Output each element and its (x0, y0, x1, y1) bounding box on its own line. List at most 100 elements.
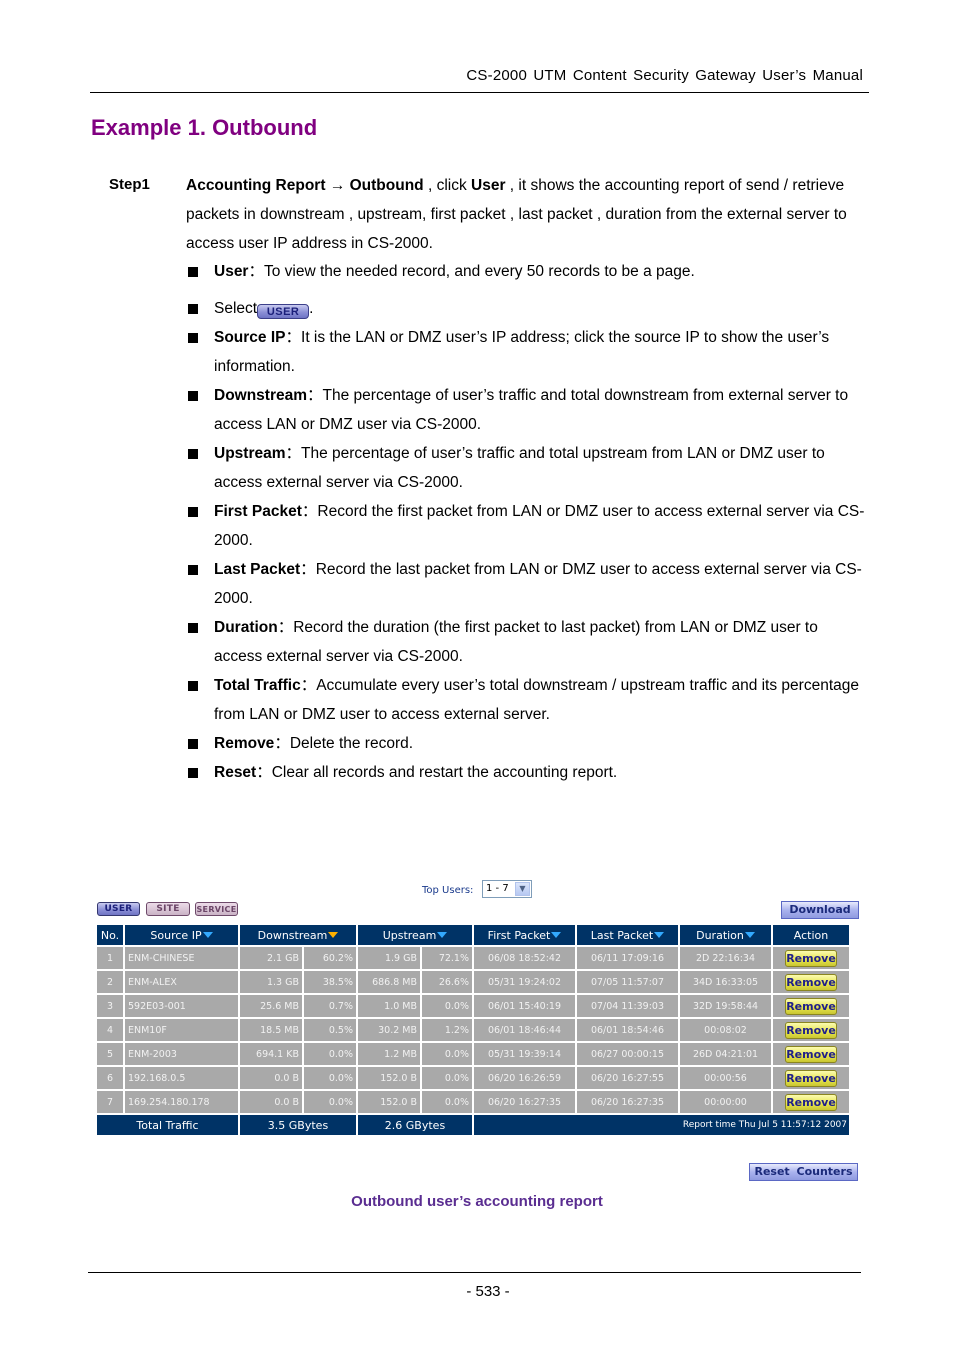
remove-button[interactable]: Remove (785, 1021, 837, 1039)
bullet-text: Record the first packet from LAN or DMZ … (214, 503, 865, 549)
sort-arrow-icon[interactable] (744, 931, 755, 938)
downstream-value: 0.0 B (240, 1067, 302, 1089)
sort-arrow-icon[interactable] (551, 931, 562, 938)
first-packet: 06/20 16:27:35 (474, 1091, 575, 1113)
downstream-percent: 0.7% (304, 995, 356, 1017)
tab-service[interactable]: SERVICE (195, 902, 238, 916)
col-header-downstream[interactable]: Downstream (240, 925, 356, 945)
action-cell: Remove (773, 1091, 849, 1113)
bullet-reset: Reset：Clear all records and restart the … (187, 758, 867, 787)
bullet-last-packet: Last Packet：Record the last packet from … (187, 555, 867, 613)
bullet-total-traffic: Total Traffic：Accumulate every user’s to… (187, 671, 867, 729)
upstream-percent: 26.6% (422, 971, 472, 993)
remove-button[interactable]: Remove (785, 949, 837, 967)
step-label: Step1 (109, 176, 150, 193)
sort-arrow-active-icon[interactable] (328, 931, 339, 938)
download-button[interactable]: Download (781, 901, 859, 919)
bullet-term: Reset (214, 764, 257, 781)
duration: 32D 19:58:44 (680, 995, 771, 1017)
bullet-upstream: Upstream：The percentage of user’s traffi… (187, 439, 867, 497)
upstream-value: 686.8 MB (358, 971, 420, 993)
col-header-last-packet[interactable]: Last Packet (577, 925, 678, 945)
downstream-percent: 60.2% (304, 947, 356, 969)
bullet-term: Upstream (214, 445, 286, 462)
source-ip-link[interactable]: 192.168.0.5 (125, 1067, 238, 1089)
downstream-value: 18.5 MB (240, 1019, 302, 1041)
table-row: 7 169.254.180.178 0.0 B 0.0% 152.0 B 0.0% 06/2… (97, 1091, 849, 1113)
upstream-value: 152.0 B (358, 1091, 420, 1113)
upstream-value: 152.0 B (358, 1067, 420, 1089)
col-header-action: Action (773, 925, 849, 945)
reset-counters-button[interactable]: Reset Counters (749, 1163, 858, 1181)
top-users-value: 1 - 7 (486, 883, 509, 894)
upstream-percent: 0.0% (422, 1091, 472, 1113)
bullet-term: Downstream (214, 387, 308, 404)
upstream-value: 1.2 MB (358, 1043, 420, 1065)
tab-site[interactable]: SITE (146, 902, 190, 916)
bullet-square-icon (188, 768, 198, 778)
step-description: Accounting Report → Outbound , click Use… (186, 171, 866, 258)
upstream-percent: 0.0% (422, 1043, 472, 1065)
source-ip-link[interactable]: ENM10F (125, 1019, 238, 1041)
last-packet: 07/05 11:57:07 (577, 971, 678, 993)
source-ip-link[interactable]: 169.254.180.178 (125, 1091, 238, 1113)
action-cell: Remove (773, 1019, 849, 1041)
first-packet: 06/20 16:26:59 (474, 1067, 575, 1089)
col-header-upstream[interactable]: Upstream (358, 925, 472, 945)
last-packet: 06/01 18:54:46 (577, 1019, 678, 1041)
first-packet: 06/01 18:46:44 (474, 1019, 575, 1041)
bullet-term: Last Packet (214, 561, 301, 578)
source-ip-link[interactable]: ENM-ALEX (125, 971, 238, 993)
bullet-square-icon (188, 267, 198, 277)
downstream-percent: 0.0% (304, 1043, 356, 1065)
total-traffic-label: Total Traffic (97, 1115, 238, 1135)
duration: 34D 16:33:05 (680, 971, 771, 993)
row-number: 3 (97, 995, 123, 1017)
remove-button[interactable]: Remove (785, 1069, 837, 1087)
sort-arrow-icon[interactable] (202, 931, 213, 938)
downstream-percent: 0.0% (304, 1091, 356, 1113)
col-header-duration[interactable]: Duration (680, 925, 771, 945)
table-row: 4 ENM10F 18.5 MB 0.5% 30.2 MB 1.2% 06/01 18:46… (97, 1019, 849, 1041)
top-users-select[interactable]: 1 - 7 ▼ (482, 880, 532, 898)
last-packet: 06/20 16:27:35 (577, 1091, 678, 1113)
section-title: Example 1. Outbound (91, 115, 318, 140)
col-header-source-ip[interactable]: Source IP (125, 925, 238, 945)
remove-button[interactable]: Remove (785, 1045, 837, 1063)
action-cell: Remove (773, 995, 849, 1017)
total-downstream: 3.5 GBytes (240, 1115, 356, 1135)
table-header-row: No. Source IP Downstream Upstream First … (97, 925, 849, 945)
source-ip-link[interactable]: 592E03-001 (125, 995, 238, 1017)
header-divider (90, 92, 869, 93)
tab-user[interactable]: USER (97, 902, 140, 916)
duration: 00:00:56 (680, 1067, 771, 1089)
bullet-user: User：To view the needed record, and ever… (187, 257, 867, 286)
action-cell: Remove (773, 947, 849, 969)
source-ip-link[interactable]: ENM-2003 (125, 1043, 238, 1065)
bullet-text: The percentage of user’s traffic and tot… (214, 387, 849, 433)
row-number: 2 (97, 971, 123, 993)
col-header-first-packet[interactable]: First Packet (474, 925, 575, 945)
action-cell: Remove (773, 971, 849, 993)
upstream-percent: 0.0% (422, 995, 472, 1017)
remove-button[interactable]: Remove (785, 1093, 837, 1111)
first-packet: 06/08 18:52:42 (474, 947, 575, 969)
table-row: 2 ENM-ALEX 1.3 GB 38.5% 686.8 MB 26.6% 05/31 1… (97, 971, 849, 993)
accounting-report-screenshot: Top Users: 1 - 7 ▼ USER SITE SERVICE Dow… (96, 876, 860, 1186)
report-time: Report time Thu Jul 5 11:57:12 2007 (474, 1115, 849, 1135)
duration: 2D 22:16:34 (680, 947, 771, 969)
sort-arrow-icon[interactable] (654, 931, 665, 938)
upstream-value: 30.2 MB (358, 1019, 420, 1041)
remove-button[interactable]: Remove (785, 997, 837, 1015)
upstream-percent: 72.1% (422, 947, 472, 969)
bullet-term: Duration (214, 619, 278, 636)
sort-arrow-icon[interactable] (437, 931, 448, 938)
source-ip-link[interactable]: ENM-CHINESE (125, 947, 238, 969)
chevron-down-icon[interactable]: ▼ (515, 882, 530, 896)
downstream-percent: 0.5% (304, 1019, 356, 1041)
downstream-percent: 38.5% (304, 971, 356, 993)
upstream-percent: 1.2% (422, 1019, 472, 1041)
remove-button[interactable]: Remove (785, 973, 837, 991)
last-packet: 06/27 00:00:15 (577, 1043, 678, 1065)
bullet-first-packet: First Packet：Record the first packet fro… (187, 497, 867, 555)
